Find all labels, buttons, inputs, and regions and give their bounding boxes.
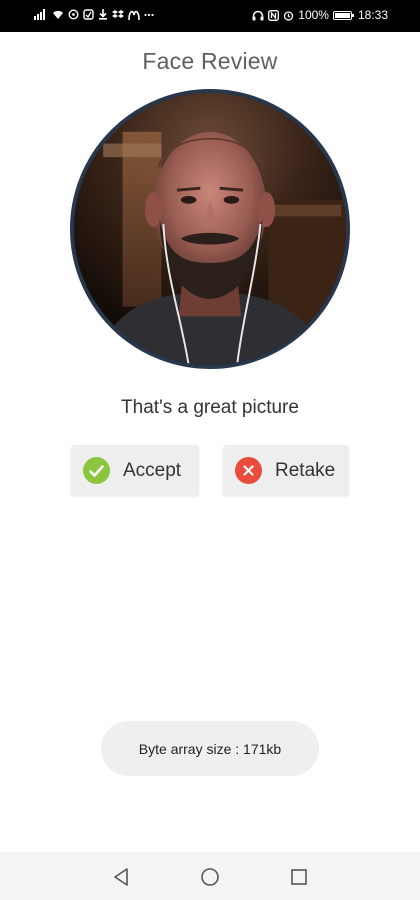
status-icons-right: 100% 18:33 <box>252 8 388 22</box>
accept-button[interactable]: Accept <box>71 445 199 496</box>
clock: 18:33 <box>357 8 388 22</box>
face-photo <box>70 89 350 369</box>
page-title: Face Review <box>142 48 278 74</box>
battery-percent: 100% <box>298 8 329 22</box>
home-icon[interactable] <box>199 866 221 888</box>
status-bar: 100% 18:33 <box>0 0 420 32</box>
mcdonalds-icon <box>128 10 140 20</box>
status-icons-left <box>34 9 154 20</box>
download-icon <box>99 9 107 20</box>
app-icon <box>83 9 94 20</box>
wifi-icon <box>53 10 63 19</box>
nfc-icon <box>268 9 280 21</box>
alarm-icon <box>284 10 294 21</box>
navigation-bar <box>0 852 420 900</box>
close-icon <box>235 457 262 484</box>
recents-icon[interactable] <box>288 866 310 888</box>
review-message: That's a great picture <box>121 397 299 418</box>
retake-button[interactable]: Retake <box>223 445 349 496</box>
whatsapp-icon <box>68 9 79 20</box>
headphones-icon <box>252 10 264 20</box>
signal-icon <box>34 9 48 20</box>
back-icon[interactable] <box>110 866 132 888</box>
retake-label: Retake <box>275 459 336 481</box>
toast-message: Byte array size : 171kb <box>101 721 319 776</box>
battery-icon <box>332 10 354 20</box>
checkmark-icon <box>83 457 110 484</box>
battery-level <box>334 12 350 18</box>
more-icon <box>144 13 154 16</box>
face-review-screen: 100% 18:33 Face Review That's a great pi… <box>0 0 420 900</box>
accept-label: Accept <box>123 459 182 481</box>
dropbox-icon <box>112 10 124 18</box>
